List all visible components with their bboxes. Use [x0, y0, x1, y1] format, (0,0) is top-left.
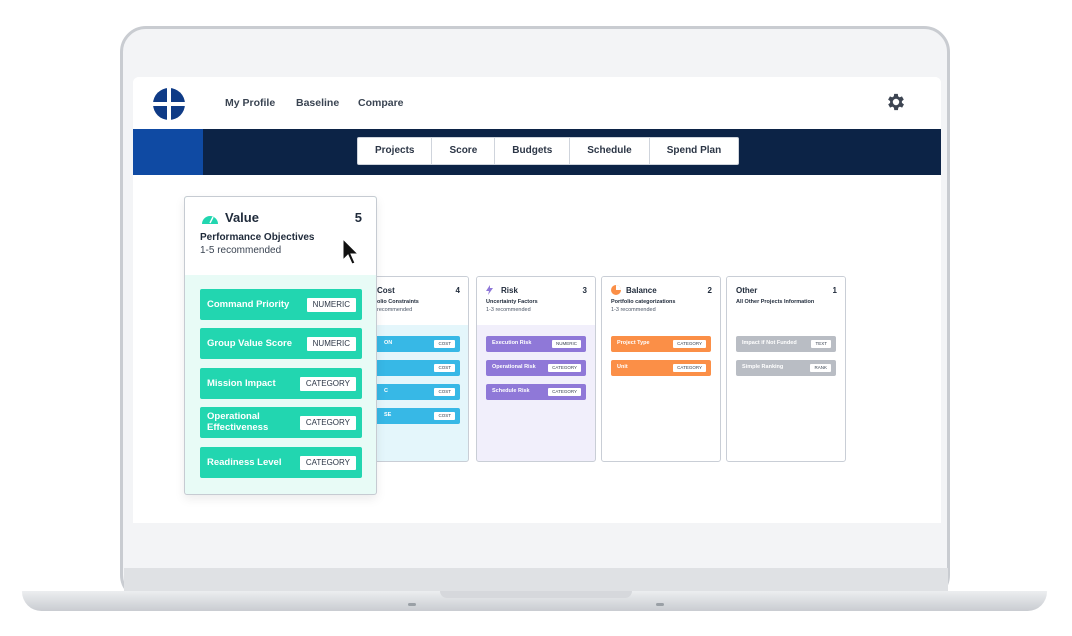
balance-item[interactable]: Unit CATEGORY — [611, 360, 711, 376]
item-type-badge: NUMERIC — [552, 339, 581, 348]
value-item[interactable]: Command Priority NUMERIC — [200, 289, 362, 320]
value-item[interactable]: Mission Impact CATEGORY — [200, 368, 362, 399]
item-label: Operational Effectiveness — [207, 411, 269, 433]
nav-my-profile[interactable]: My Profile — [225, 97, 275, 109]
tab-bar: Projects Score Budgets Schedule Spend Pl… — [357, 137, 740, 165]
item-label: Schedule Risk — [492, 388, 530, 394]
item-label: Group Value Score — [207, 338, 292, 349]
other-item[interactable]: Simple Ranking RANK — [736, 360, 836, 376]
balance-card[interactable]: Balance 2 Portfolio categorizations 1-3 … — [601, 276, 721, 462]
laptop-notch — [440, 591, 632, 598]
card-count: 2 — [707, 286, 712, 295]
card-subtitle: Performance Objectives — [200, 232, 315, 243]
other-item[interactable]: Impact if Not Funded TEXT — [736, 336, 836, 352]
card-subtitle: Portfolio categorizations — [611, 299, 676, 305]
card-title: Cost — [377, 286, 395, 295]
balance-item[interactable]: Project Type CATEGORY — [611, 336, 711, 352]
item-label: Mission Impact — [207, 378, 276, 389]
item-label: Simple Ranking — [742, 364, 784, 370]
pie-chart-icon — [611, 285, 621, 295]
tab-spend-plan[interactable]: Spend Plan — [650, 138, 738, 164]
lightning-icon — [486, 285, 493, 295]
top-nav: My Profile Baseline Compare — [133, 77, 941, 129]
risk-item[interactable]: Schedule Risk CATEGORY — [486, 384, 586, 400]
item-type-badge: NUMERIC — [306, 337, 356, 351]
card-subtitle: All Other Projects Information — [736, 299, 815, 305]
item-label: SE — [384, 412, 392, 418]
card-title: Risk — [501, 286, 518, 295]
item-type-badge: RANK — [810, 363, 831, 372]
item-type-badge: CATEGORY — [299, 456, 356, 470]
item-type-badge: NUMERIC — [306, 298, 356, 312]
card-count: 3 — [582, 286, 587, 295]
item-type-badge: CATEGORY — [299, 377, 356, 391]
value-item[interactable]: Operational Effectiveness CATEGORY — [200, 407, 362, 438]
screen-bezel — [124, 568, 948, 592]
item-type-badge: COST — [434, 363, 455, 372]
card-subtitle: Uncertainty Factors — [486, 299, 538, 305]
card-subtitle: olio Constraints — [377, 299, 419, 305]
item-type-badge: COST — [434, 339, 455, 348]
base-foot — [656, 603, 664, 606]
tab-schedule[interactable]: Schedule — [570, 138, 650, 164]
value-item[interactable]: Readiness Level CATEGORY — [200, 447, 362, 478]
item-type-badge: CATEGORY — [299, 416, 356, 430]
gauge-icon — [202, 216, 218, 224]
card-count: 5 — [354, 210, 362, 225]
app-logo-icon[interactable] — [153, 88, 185, 120]
nav-compare[interactable]: Compare — [358, 97, 404, 109]
item-label: Command Priority — [207, 299, 290, 310]
tab-budgets[interactable]: Budgets — [495, 138, 571, 164]
mouse-cursor-icon — [342, 238, 360, 265]
header-accent — [133, 129, 203, 175]
item-label: Readiness Level — [207, 457, 282, 468]
card-count: 1 — [832, 286, 837, 295]
card-recommended: 1-5 recommended — [200, 245, 282, 256]
item-label: C — [384, 388, 388, 394]
card-recommended: 1-3 recommended — [611, 307, 656, 313]
risk-card[interactable]: Risk 3 Uncertainty Factors 1-3 recommend… — [476, 276, 596, 462]
gear-icon[interactable] — [885, 91, 907, 113]
risk-item[interactable]: Execution Risk NUMERIC — [486, 336, 586, 352]
item-label: Execution Risk — [492, 340, 532, 346]
item-label: Project Type — [617, 340, 650, 346]
item-label: ON — [384, 340, 393, 346]
item-label: Unit — [617, 364, 628, 370]
card-title: Balance — [626, 286, 657, 295]
nav-baseline[interactable]: Baseline — [296, 97, 339, 109]
card-title: Other — [736, 286, 758, 295]
item-label: Impact if Not Funded — [742, 340, 797, 346]
item-type-badge: CATEGORY — [673, 363, 706, 372]
item-type-badge: CATEGORY — [548, 363, 581, 372]
item-label: Operational Risk — [492, 364, 536, 370]
item-type-badge: CATEGORY — [673, 339, 706, 348]
item-type-badge: TEXT — [811, 339, 831, 348]
item-type-badge: COST — [434, 387, 455, 396]
card-recommended: recommended — [377, 307, 413, 313]
item-type-badge: COST — [434, 411, 455, 420]
item-type-badge: CATEGORY — [548, 387, 581, 396]
card-title: Value — [225, 210, 259, 225]
value-item[interactable]: Group Value Score NUMERIC — [200, 328, 362, 359]
tab-score[interactable]: Score — [432, 138, 496, 164]
risk-item[interactable]: Operational Risk CATEGORY — [486, 360, 586, 376]
card-count: 4 — [455, 286, 460, 295]
tab-projects[interactable]: Projects — [358, 138, 433, 164]
base-foot — [408, 603, 416, 606]
other-card[interactable]: Other 1 All Other Projects Information I… — [726, 276, 846, 462]
card-recommended: 1-3 recommended — [486, 307, 531, 313]
